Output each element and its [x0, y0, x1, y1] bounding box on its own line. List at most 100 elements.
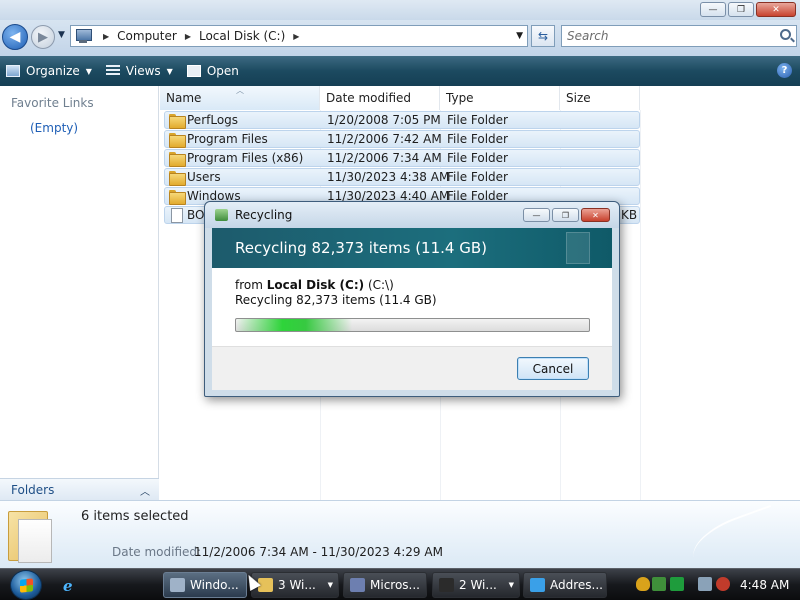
program-icon[interactable] [670, 577, 684, 591]
navigation-pane: Favorite Links (Empty) [0, 86, 159, 500]
selection-count: 6 items selected [81, 509, 189, 524]
taskbar-app-icon [350, 578, 365, 592]
open-icon [186, 65, 201, 77]
details-pane: 6 items selected Date modified: 11/2/200… [0, 500, 800, 574]
column-header-row: Name ︿ Date modified Type Size [160, 86, 800, 110]
file-name: Program Files [187, 132, 268, 146]
folders-toggle[interactable]: Folders ︿ [0, 478, 159, 500]
file-date-modified: 11/2/2006 7:42 AM [327, 132, 442, 146]
close-button[interactable]: ✕ [756, 2, 796, 17]
maximize-button[interactable]: ❐ [728, 2, 754, 17]
file-row[interactable]: PerfLogs 1/20/2008 7:05 PM File Folder [164, 111, 640, 129]
column-header-date[interactable]: Date modified [320, 86, 440, 110]
dialog-header: Recycling 82,373 items (11.4 GB) [212, 228, 612, 268]
help-icon: ? [781, 65, 788, 76]
column-header-size[interactable]: Size [560, 86, 640, 110]
dialog-close-button[interactable]: ✕ [581, 208, 610, 222]
volume-muted-icon[interactable] [716, 577, 730, 591]
dialog-maximize-button[interactable]: ❐ [552, 208, 579, 222]
taskbar-button[interactable]: 2 Wi... ▼ [432, 572, 520, 598]
group-dropdown-icon: ▼ [508, 581, 514, 589]
breadcrumb-separator-icon[interactable]: ▶ [293, 32, 299, 41]
address-row: ◀ ▶ ▼ ▶ Computer ▶ Local Disk (C:) ▶ ▼ ⇆… [0, 20, 800, 56]
recent-pages-dropdown[interactable]: ▼ [58, 30, 65, 40]
file-name: Program Files (x86) [187, 151, 304, 165]
file-date-modified: 11/30/2023 4:38 AM [327, 170, 450, 184]
folders-label: Folders [11, 482, 55, 497]
start-button[interactable] [10, 570, 42, 600]
search-icon[interactable] [780, 29, 791, 40]
dialog-title: Recycling [235, 208, 293, 222]
decorative-swoosh [685, 504, 785, 574]
file-name: BO [187, 208, 205, 222]
column-type-label: Type [446, 91, 474, 105]
taskbar-button[interactable]: 3 Wi... ▼ [251, 572, 339, 598]
minimize-button[interactable]: — [700, 2, 726, 17]
file-row[interactable]: Users 11/30/2023 4:38 AM File Folder [164, 168, 640, 186]
breadcrumb-separator-icon: ▶ [103, 31, 110, 41]
clock[interactable]: 4:48 AM [740, 578, 789, 592]
security-shield-icon[interactable] [636, 577, 650, 591]
refresh-button[interactable]: ⇆ [531, 25, 555, 47]
views-icon [105, 65, 120, 77]
column-name-label: Name [166, 91, 202, 105]
progress-bar [235, 318, 590, 332]
network-icon[interactable] [698, 577, 712, 591]
file-icon [171, 208, 183, 223]
recycling-dialog: Recycling — ❐ ✕ Recycling 82,373 items (… [204, 201, 620, 397]
taskbar-button[interactable]: Windo... [163, 572, 247, 598]
cancel-button[interactable]: Cancel [517, 357, 589, 380]
column-divider [640, 110, 641, 500]
address-bar[interactable]: ▶ Computer ▶ Local Disk (C:) ▶ ▼ [70, 25, 528, 47]
help-button[interactable]: ? [777, 63, 792, 78]
back-arrow-icon: ◀ [9, 29, 21, 45]
search-input[interactable]: Search [561, 25, 797, 47]
views-button[interactable]: Views ▼ [105, 64, 173, 78]
address-dropdown-icon[interactable]: ▼ [516, 31, 523, 41]
internet-explorer-icon[interactable]: e [63, 577, 81, 595]
taskbar-button[interactable]: Micros... [343, 572, 427, 598]
dialog-body: from Local Disk (C:) (C:\) Recycling 82,… [212, 268, 612, 346]
favorite-links-heading: Favorite Links [11, 96, 94, 110]
forward-arrow-icon: ▶ [38, 29, 48, 45]
file-type: File Folder [447, 113, 508, 127]
favorite-links-empty: (Empty) [30, 121, 79, 135]
taskbar-button[interactable]: Addres... [523, 572, 607, 598]
dialog-caption-buttons: — ❐ ✕ [523, 208, 610, 222]
breadcrumb-computer[interactable]: Computer [117, 29, 177, 43]
recycle-icon [215, 209, 228, 221]
breadcrumb-local-disk[interactable]: Local Disk (C:) [199, 29, 285, 43]
network-status-icon[interactable] [652, 577, 666, 591]
folder-icon [169, 114, 186, 129]
organize-icon [6, 65, 20, 77]
dialog-minimize-button[interactable]: — [523, 208, 550, 222]
organize-button[interactable]: Organize ▼ [6, 64, 92, 78]
folder-icon [169, 133, 186, 148]
open-label: Open [206, 64, 239, 78]
column-size-label: Size [566, 91, 591, 105]
file-row[interactable]: Program Files 11/2/2006 7:42 AM File Folde… [164, 130, 640, 148]
folder-icon [169, 190, 186, 205]
source-line: from Local Disk (C:) (C:\) [235, 278, 394, 292]
dialog-heading: Recycling 82,373 items (11.4 GB) [235, 239, 487, 257]
file-row[interactable]: Program Files (x86) 11/2/2006 7:34 AM File… [164, 149, 640, 167]
window-caption-buttons: — ❐ ✕ [700, 2, 796, 17]
source-path: (C:\) [367, 278, 394, 292]
folder-icon [169, 171, 186, 186]
forward-button[interactable]: ▶ [31, 25, 55, 49]
group-dropdown-icon: ▼ [327, 581, 333, 589]
chevron-down-icon: ▼ [166, 66, 173, 76]
views-label: Views [125, 64, 161, 78]
chevron-down-icon: ▼ [85, 66, 92, 76]
open-button[interactable]: Open [186, 64, 239, 78]
breadcrumb-separator-icon: ▶ [184, 31, 191, 41]
sort-ascending-icon: ︿ [236, 86, 244, 95]
taskbar-app-icon [170, 578, 185, 592]
header-decoration [566, 232, 590, 264]
organize-label: Organize [26, 64, 80, 78]
column-header-type[interactable]: Type [440, 86, 560, 110]
selection-thumbnail-icon [8, 505, 54, 563]
column-header-name[interactable]: Name ︿ [160, 86, 320, 110]
back-button[interactable]: ◀ [2, 24, 28, 50]
computer-icon [75, 29, 92, 43]
